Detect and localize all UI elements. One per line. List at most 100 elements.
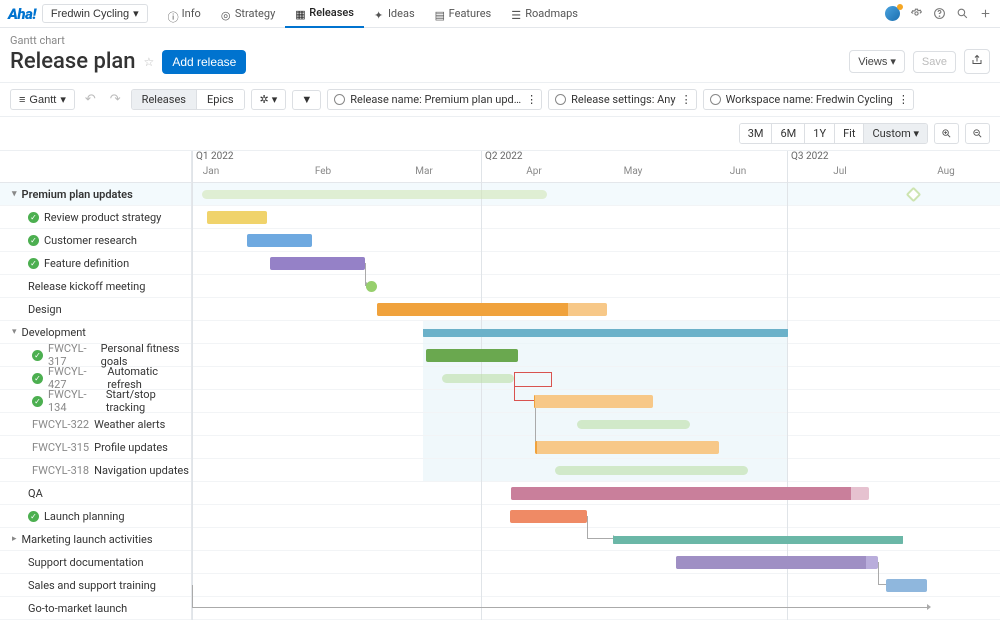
filter-workspace[interactable]: Workspace name: Fredwin Cycling⋮ bbox=[703, 89, 914, 110]
task-name: Premium plan updates bbox=[22, 188, 133, 201]
zoom-fit[interactable]: Fit bbox=[835, 124, 864, 143]
views-button[interactable]: Views ▾ bbox=[849, 50, 905, 73]
task-item[interactable]: ▸ Marketing launch activities bbox=[0, 528, 191, 551]
tab-features[interactable]: ▤Features bbox=[425, 0, 502, 28]
zoom-segment: 3M 6M 1Y Fit Custom ▾ bbox=[739, 123, 928, 144]
month-label: Jul bbox=[833, 166, 846, 177]
gantt-bar[interactable] bbox=[511, 487, 869, 500]
task-item[interactable]: ▾ Premium plan updates bbox=[0, 183, 191, 206]
task-item[interactable]: ✓Review product strategy bbox=[0, 206, 191, 229]
chart-row bbox=[192, 551, 1000, 574]
task-item[interactable]: FWCYL-315Profile updates bbox=[0, 436, 191, 459]
redo-button[interactable]: ↷ bbox=[106, 92, 125, 107]
vdots-icon: ⋮ bbox=[898, 93, 907, 106]
gantt-bar[interactable] bbox=[247, 234, 312, 247]
target-icon: ◎ bbox=[221, 9, 231, 19]
gantt-bar[interactable] bbox=[426, 349, 518, 362]
chevron-icon[interactable]: ▸ bbox=[12, 534, 17, 544]
zoom-custom[interactable]: Custom ▾ bbox=[864, 124, 927, 143]
gantt-bar[interactable] bbox=[534, 395, 653, 408]
tab-roadmaps[interactable]: ☰Roadmaps bbox=[501, 0, 588, 28]
task-item[interactable]: ✓FWCYL-427Automatic refresh bbox=[0, 367, 191, 390]
milestone-icon[interactable] bbox=[906, 187, 922, 203]
search-icon[interactable] bbox=[956, 7, 969, 20]
zoom-out-button[interactable] bbox=[965, 123, 990, 144]
task-item[interactable]: Sales and support training bbox=[0, 574, 191, 597]
zoom-in-button[interactable] bbox=[934, 123, 959, 144]
filter-button[interactable]: ▼ bbox=[292, 90, 321, 110]
task-item[interactable]: FWCYL-318Navigation updates bbox=[0, 459, 191, 482]
zoom-3m[interactable]: 3M bbox=[740, 124, 773, 143]
task-item[interactable]: ✓Customer research bbox=[0, 229, 191, 252]
task-name: Feature definition bbox=[44, 257, 129, 270]
chart-row bbox=[192, 413, 1000, 436]
filter-release-name[interactable]: Release name: Premium plan upd…⋮ bbox=[327, 89, 542, 110]
avatar[interactable] bbox=[885, 6, 900, 21]
chart-row bbox=[192, 183, 1000, 206]
tab-ideas[interactable]: ✦Ideas bbox=[364, 0, 425, 28]
task-item[interactable]: Design bbox=[0, 298, 191, 321]
gantt-bar[interactable] bbox=[676, 556, 878, 569]
gantt-bar[interactable] bbox=[535, 441, 719, 454]
circle-i-icon: ⓘ bbox=[168, 9, 178, 19]
vdots-icon: ⋮ bbox=[681, 93, 690, 106]
settings-dropdown[interactable]: ✲ ▾ bbox=[251, 89, 287, 110]
task-item[interactable]: QA bbox=[0, 482, 191, 505]
task-item[interactable]: ▾Development bbox=[0, 321, 191, 344]
gantt-bar[interactable] bbox=[442, 374, 514, 383]
task-item[interactable]: ✓FWCYL-317Personal fitness goals bbox=[0, 344, 191, 367]
task-name: Release kickoff meeting bbox=[28, 280, 145, 293]
tab-strategy[interactable]: ◎Strategy bbox=[211, 0, 285, 28]
month-label: May bbox=[624, 166, 643, 177]
workspace-select[interactable]: Fredwin Cycling ▾ bbox=[42, 4, 148, 23]
level-releases[interactable]: Releases bbox=[132, 90, 197, 109]
tab-releases[interactable]: ▦Releases bbox=[285, 0, 364, 28]
plus-icon[interactable] bbox=[979, 7, 992, 20]
chart-row bbox=[192, 367, 1000, 390]
task-item[interactable]: ✓ Launch planning bbox=[0, 505, 191, 528]
check-icon: ✓ bbox=[32, 396, 43, 407]
zoom-6m[interactable]: 6M bbox=[772, 124, 805, 143]
gantt-bar[interactable] bbox=[207, 211, 267, 224]
tab-info[interactable]: ⓘInfo bbox=[158, 0, 211, 28]
target-icon bbox=[334, 94, 345, 105]
task-item[interactable]: Support documentation bbox=[0, 551, 191, 574]
gantt-group-bar[interactable] bbox=[423, 329, 788, 337]
gantt-bar[interactable] bbox=[577, 420, 690, 429]
help-icon[interactable] bbox=[933, 7, 946, 20]
task-name: Review product strategy bbox=[44, 211, 161, 224]
task-name: Customer research bbox=[44, 234, 137, 247]
task-item[interactable]: ✓FWCYL-134Start/stop tracking bbox=[0, 390, 191, 413]
gantt-group-bar[interactable] bbox=[613, 536, 903, 544]
zoom-1y[interactable]: 1Y bbox=[805, 124, 835, 143]
gantt-bar[interactable] bbox=[510, 510, 587, 523]
undo-button[interactable]: ↶ bbox=[81, 92, 100, 107]
task-item[interactable]: Release kickoff meeting bbox=[0, 275, 191, 298]
chart-row bbox=[192, 482, 1000, 505]
task-name: Marketing launch activities bbox=[22, 533, 153, 546]
task-list: ▾Premium plan updates✓Review product str… bbox=[0, 151, 192, 620]
add-release-button[interactable]: Add release bbox=[162, 50, 246, 74]
task-name: Launch planning bbox=[44, 510, 125, 523]
gantt-bar[interactable] bbox=[377, 303, 607, 316]
level-epics[interactable]: Epics bbox=[197, 90, 244, 109]
task-item[interactable]: ✓Feature definition bbox=[0, 252, 191, 275]
logo: Aha! bbox=[8, 5, 36, 23]
save-button[interactable]: Save bbox=[913, 51, 956, 73]
quarter-label: Q1 2022 bbox=[192, 151, 233, 163]
filter-release-settings[interactable]: Release settings: Any⋮ bbox=[548, 89, 697, 110]
gantt-bar[interactable] bbox=[886, 579, 927, 592]
gantt-bar[interactable] bbox=[270, 257, 365, 270]
check-icon: ✓ bbox=[28, 511, 39, 522]
chevron-icon[interactable]: ▾ bbox=[12, 189, 17, 199]
gantt-chart[interactable]: Q1 2022Q2 2022Q3 2022JanFebMarAprMayJunJ… bbox=[192, 151, 1000, 620]
gantt-bar[interactable] bbox=[202, 190, 547, 199]
gantt-dropdown[interactable]: ≡ Gantt ▾ bbox=[10, 89, 75, 110]
task-item[interactable]: FWCYL-322Weather alerts bbox=[0, 413, 191, 436]
gear-icon[interactable] bbox=[910, 7, 923, 20]
milestone-icon[interactable] bbox=[366, 281, 377, 292]
chevron-icon[interactable]: ▾ bbox=[12, 327, 17, 337]
star-icon[interactable]: ☆ bbox=[144, 55, 155, 69]
gantt-bar[interactable] bbox=[555, 466, 748, 475]
share-button[interactable] bbox=[964, 49, 990, 74]
